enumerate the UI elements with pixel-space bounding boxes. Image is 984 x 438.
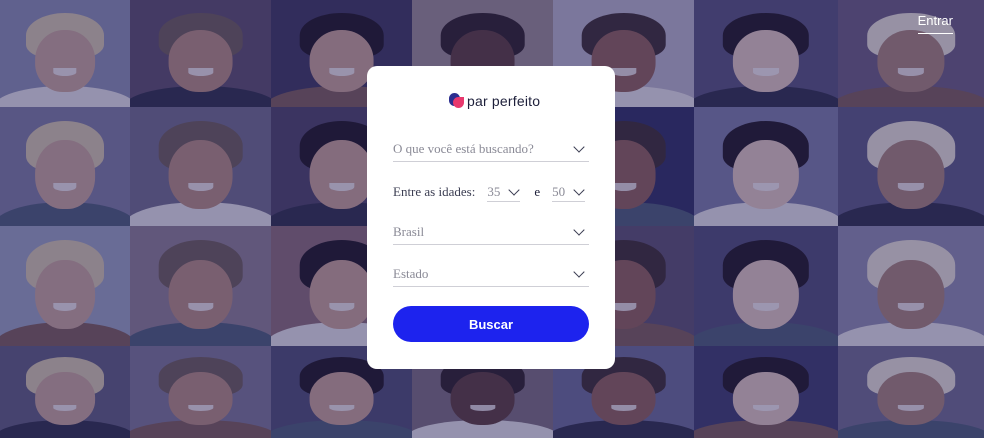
brand-logo: par perfeito [449, 93, 540, 109]
age-separator: e [534, 184, 541, 199]
brand-name: par perfeito [467, 93, 541, 109]
max-age-value: 50 [552, 183, 566, 199]
chevron-down-icon [573, 183, 585, 196]
search-button[interactable]: Buscar [393, 306, 589, 342]
search-card: par perfeito O que você está buscando? E… [367, 66, 615, 369]
looking-for-placeholder: O que você está buscando? [393, 141, 534, 156]
country-select[interactable]: Brasil [393, 220, 589, 245]
chevron-down-icon [573, 266, 585, 278]
chevron-down-icon [508, 183, 520, 196]
state-select[interactable]: Estado [393, 262, 589, 287]
chevron-down-icon [573, 224, 585, 236]
age-range-row: Entre as idades: 35 e 50 [393, 180, 589, 204]
min-age-value: 35 [487, 183, 501, 199]
min-age-select[interactable]: 35 [487, 182, 521, 202]
login-link[interactable]: Entrar [917, 13, 953, 34]
age-range-label: Entre as idades: [393, 184, 476, 199]
max-age-select[interactable]: 50 [552, 182, 586, 202]
country-value: Brasil [393, 224, 425, 239]
state-placeholder: Estado [393, 266, 429, 281]
looking-for-select[interactable]: O que você está buscando? [393, 137, 589, 162]
chevron-down-icon [573, 141, 585, 153]
logo-mark-icon [449, 93, 464, 109]
